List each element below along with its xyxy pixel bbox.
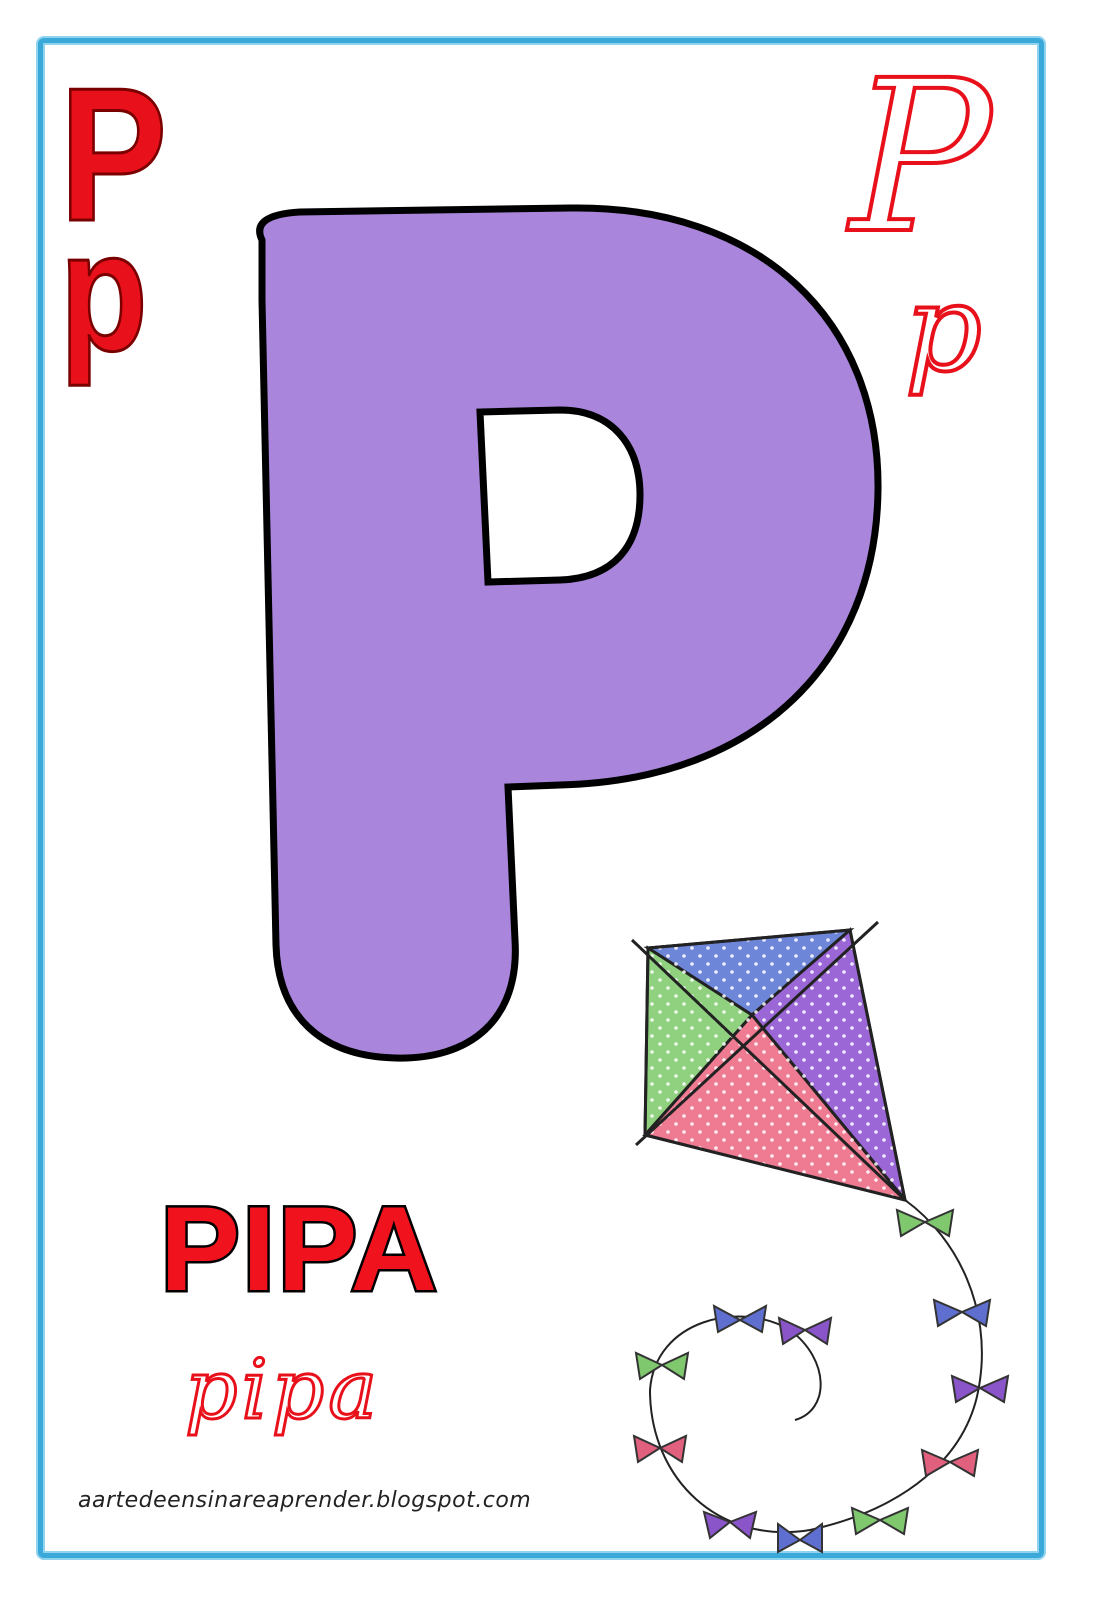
cursive-lower-letter: p [905, 260, 982, 399]
cursive-letters: P p [844, 33, 997, 401]
print-letters: P p [58, 47, 168, 388]
word-print: PIPA [160, 1182, 439, 1316]
big-letter-p: P [0, 0, 882, 1062]
big-letter-label: P [0, 0, 1, 1]
footer-credit: aartedeensinareaprender.blogspot.com [78, 1488, 532, 1513]
card-artwork: P p P p P PIPA pipa [0, 0, 1010, 1554]
word-cursive: pipa [185, 1343, 381, 1438]
print-upper-letter: P [60, 49, 168, 261]
kite-icon [630, 920, 1010, 1554]
print-lower-letter: p [60, 197, 148, 387]
cursive-upper-letter: P [846, 35, 995, 280]
